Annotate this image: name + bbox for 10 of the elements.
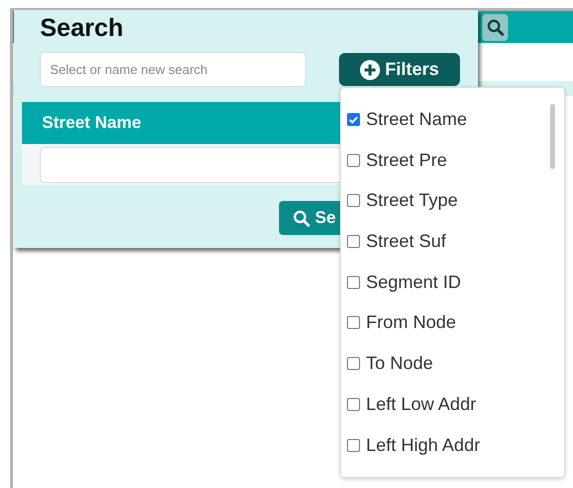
option-label: Left High Addr <box>366 434 480 456</box>
option-label: Left Low Addr <box>366 394 476 415</box>
option-label: To Node <box>366 353 434 374</box>
option-label: Street Pre <box>366 150 448 171</box>
option-label: Street Type <box>366 190 458 212</box>
panel-title: Search <box>40 14 124 44</box>
option-label: Street Suf <box>366 231 446 252</box>
option-label: Segment ID <box>366 272 462 293</box>
option-label: Street Name <box>366 109 468 130</box>
option-label: From Node <box>366 312 456 334</box>
